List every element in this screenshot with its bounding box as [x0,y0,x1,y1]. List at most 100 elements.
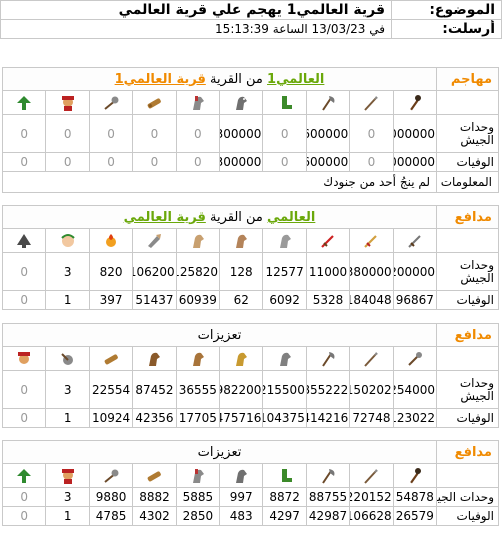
defender3-unit-icons [1,463,499,488]
unit-count: 0 [349,114,394,153]
unit-icon-cell [45,463,90,488]
spear-icon [362,94,380,112]
unit-loss: 62 [219,290,264,310]
defender3-troops-label: وحدات الجيش [436,487,499,507]
defender3-losses-label: الوفيات [436,506,499,526]
unit-loss: 0 [349,152,394,172]
spear-icon [362,467,380,485]
unit-icon-cell [219,228,264,253]
unit-icon-cell [175,228,221,253]
unit-count: 88755 [305,487,351,507]
unit-icon-cell [1,228,47,253]
attacker-losses-label: الوفيات [436,152,499,172]
unit-count: 8882 [132,487,177,507]
mace-icon [406,350,424,368]
attacker-losses-row: الوفيات 1000000 0 600000 0 300000 0 0 0 … [1,152,499,172]
imperian-icon [319,232,337,250]
attacker-player-link[interactable]: العالمي1 [267,72,324,87]
unit-loss: 42356 [132,408,177,428]
defender1-from-village: من القرية [209,209,263,225]
attacker-info-label: المعلومات [436,171,499,193]
unit-count: 3 [45,487,90,507]
battering-ram-icon [145,232,163,250]
scout-icon [276,350,294,368]
attacker-title: العالمي1 من القرية قرية العالمي1 [2,67,437,91]
unit-icon-cell [305,228,351,253]
defender1-village-link[interactable]: قرية العالمي [124,210,206,225]
unit-loss: 4785 [88,506,134,526]
ram-icon [145,350,163,368]
senator-icon [59,232,77,250]
unit-loss: 106628 [349,506,394,526]
attacker-icon-spacer [436,90,499,115]
unit-icon-cell [349,90,394,115]
unit-loss: 60939 [175,290,221,310]
unit-icon-cell [45,228,90,253]
unit-loss: 0 [1,152,47,172]
unit-count: 3 [45,370,90,409]
unit-loss: 123022 [392,408,438,428]
club-icon [406,467,424,485]
unit-icon-cell [175,463,221,488]
unit-loss: 1000000 [392,152,438,172]
unit-icon-cell [349,228,394,253]
unit-count: 150202 [349,370,394,409]
unit-icon-cell [175,90,221,115]
defender1-troops-row: وحدات الجيش 200000 380000 11000 12577 12… [1,252,499,291]
unit-icon-cell [392,228,438,253]
defender1-troops-label: وحدات الجيش [436,252,499,291]
unit-count: 1000000 [392,114,438,153]
unit-loss: 0 [1,290,47,310]
chief-icon [59,94,77,112]
unit-loss: 414216 [305,408,351,428]
chief-icon [59,350,77,368]
unit-icon-cell [305,346,351,371]
unit-count: 215500 [262,370,307,409]
unit-icon-cell [262,463,307,488]
scout-boot-icon [276,94,294,112]
unit-icon-cell [305,463,351,488]
praetorian-icon [362,232,380,250]
unit-count: 254000 [392,370,438,409]
axe-icon [319,350,337,368]
catapult-icon [102,350,120,368]
axe-icon [319,467,337,485]
unit-count: 0 [1,114,47,153]
unit-loss: 1 [45,506,90,526]
unit-loss: 4297 [262,506,307,526]
settler-icon [15,467,33,485]
unit-count: 982200 [219,370,264,409]
defender2-losses-label: الوفيات [436,408,499,428]
defender1-player-link[interactable]: العالمي [267,210,315,225]
axe-icon [319,94,337,112]
unit-loss: 0 [45,152,90,172]
unit-count: 22554 [88,370,134,409]
defender3-side-label: مدافع [436,440,499,464]
defender1-title: العالمي من القرية قرية العالمي [2,205,437,229]
defender3-title: تعزيزات [2,440,437,464]
unit-count: 8872 [262,487,307,507]
unit-count: 3 [45,252,90,291]
settler-icon [15,94,33,112]
unit-count: 820 [88,252,134,291]
attacker-village-link[interactable]: قرية العالمي1 [115,72,206,87]
subject-label: الموضوع: [391,0,502,20]
unit-icon-cell [45,90,90,115]
unit-loss: 0 [1,506,47,526]
defender1-losses-label: الوفيات [436,290,499,310]
unit-icon-cell [1,463,47,488]
unit-loss: 1 [45,408,90,428]
spear-icon [362,350,380,368]
unit-loss: 184048 [349,290,394,310]
unit-loss: 104375 [262,408,307,428]
attacker-table: مهاجم العالمي1 من القرية قرية العالمي1 و… [1,67,499,193]
unit-loss: 0 [132,152,177,172]
unit-loss: 600000 [305,152,351,172]
attacker-info-row: المعلومات لم ينجُ أحد من جنودك [2,171,499,193]
attacker-troops-label: وحدات الجيش [436,114,499,153]
unit-icon-cell [262,228,307,253]
unit-loss: 300000 [219,152,264,172]
unit-count: 600000 [305,114,351,153]
unit-icon-cell [88,463,134,488]
unit-icon-cell [175,346,221,371]
